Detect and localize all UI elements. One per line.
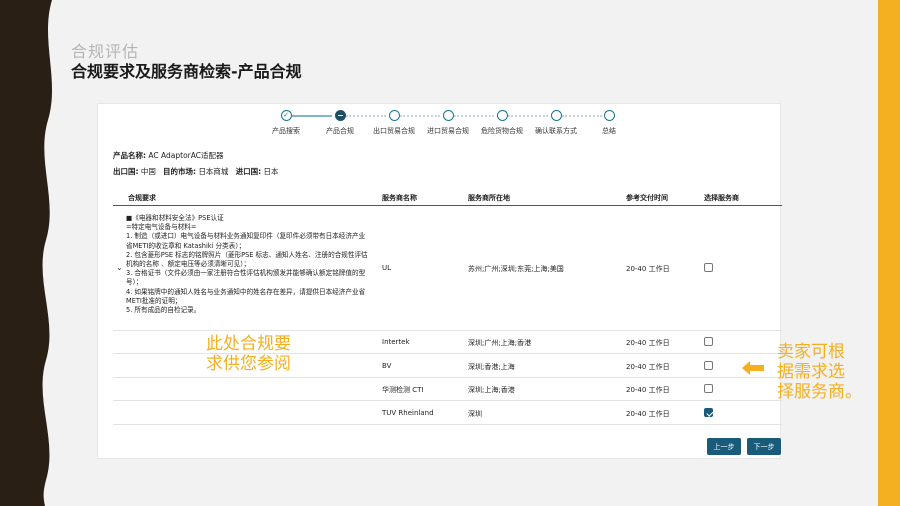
column-header-location: 服务商所在地 <box>468 194 510 202</box>
provider-name: BV <box>382 362 392 370</box>
select-provider-checkbox[interactable] <box>704 337 713 346</box>
step-label: 进口贸易合规 <box>427 127 469 135</box>
delivery-time: 20-40 工作日 <box>626 386 670 394</box>
export-country-label: 出口国: <box>113 167 139 176</box>
export-country-value: 中国 <box>140 167 156 176</box>
step-label: 危险货物合规 <box>481 127 523 135</box>
annotation-select-provider-note: 卖家可根 据需求选 择服务商。 <box>777 342 862 402</box>
column-header-select: 选择服务商 <box>704 194 739 202</box>
requirement-line: 2. 包含菱形PSE 标志的铭牌照片（菱形PSE 标志、通知人姓名、注册的合规性… <box>126 250 368 259</box>
select-provider-checkbox[interactable] <box>704 361 713 370</box>
step-pending-icon <box>388 110 400 121</box>
delivery-time: 20-40 工作日 <box>626 363 670 371</box>
requirement-description: ■《电器和材料安全法》PSE认证 =特定电气设备与材料= 1. 制造（或进口）电… <box>126 214 374 315</box>
annotation-line: 求供您参阅 <box>206 354 291 374</box>
step-label: 产品合规 <box>326 127 354 135</box>
step-dangerous-goods[interactable]: 危险货物合规 <box>472 110 532 136</box>
provider-location: 深圳 <box>468 410 482 418</box>
provider-name: TUV Rheinland <box>382 409 434 417</box>
column-header-delivery: 参考交付时间 <box>626 194 668 202</box>
right-decorative-band <box>878 0 900 506</box>
import-country-label: 进口国: <box>235 167 262 176</box>
step-export-compliance[interactable]: 出口贸易合规 <box>364 110 424 136</box>
step-product-search[interactable]: ✓ 产品搜索 <box>256 110 316 136</box>
provider-name: Intertek <box>382 338 410 346</box>
step-pending-icon <box>496 110 508 121</box>
delivery-time: 20-40 工作日 <box>626 410 670 418</box>
step-done-check-icon: ✓ <box>280 110 292 121</box>
requirement-line: 号）； <box>126 278 143 287</box>
trade-route-info: 出口国: 中国 目的市场: 日本商城 进口国: 日本 <box>113 166 278 177</box>
table-header-divider <box>113 205 782 206</box>
requirement-line: 机构的名称 、额定电压等必须清晰可见）； <box>126 260 251 269</box>
target-market-label: 目的市场: <box>163 167 197 176</box>
import-country-value: 日本 <box>263 167 279 176</box>
arrow-left-icon <box>742 361 764 375</box>
annotation-line: 择服务商。 <box>777 382 862 402</box>
provider-location: 深圳;上海;香港 <box>468 386 515 394</box>
compliance-search-panel: ✓ 产品搜索 产品合规 出口贸易合规 进口贸易合规 危险货物合规 确认联系方式 … <box>97 103 782 459</box>
requirement-line: 1. 制造（或进口）电气设备与材料业务通知复印件（复印件必须带有日本经济产业 <box>126 232 366 241</box>
row-divider <box>113 400 782 401</box>
row-divider <box>113 330 782 331</box>
step-pending-icon <box>550 110 562 121</box>
requirement-line: 4. 如果铭牌中的通知人姓名与业务通知中的姓名存在差异，请提供日本经济产业省 <box>126 287 366 296</box>
column-header-provider: 服务商名称 <box>382 194 417 202</box>
step-summary[interactable]: 总结 <box>579 110 639 136</box>
step-pending-icon <box>442 110 454 121</box>
step-current-icon <box>334 110 346 121</box>
select-provider-checkbox[interactable] <box>704 384 713 393</box>
next-step-button[interactable]: 下一步 <box>747 438 781 455</box>
product-name-label: 产品名称: <box>113 151 146 160</box>
annotation-line: 此处合规要 <box>206 334 291 354</box>
select-provider-checkbox[interactable] <box>704 408 713 417</box>
requirement-line: METI批准的证明； <box>126 296 182 305</box>
slide-title: 合规要求及服务商检索-产品合规 <box>71 62 302 81</box>
delivery-time: 20-40 工作日 <box>626 339 670 347</box>
chevron-down-icon[interactable]: ⌄ <box>116 263 123 272</box>
prev-step-button[interactable]: 上一步 <box>707 438 741 455</box>
product-name-value: AC AdaptorAC适配器 <box>148 151 224 160</box>
row-divider <box>113 377 782 378</box>
annotation-line: 卖家可根 <box>777 342 845 362</box>
delivery-time: 20-40 工作日 <box>626 265 670 273</box>
provider-location: 深圳;香港;上海 <box>468 363 515 371</box>
step-product-compliance[interactable]: 产品合规 <box>310 110 370 136</box>
provider-location: 苏州;广州;深圳;东莞;上海;美国 <box>468 265 564 273</box>
step-pending-icon <box>603 110 615 121</box>
step-label: 出口贸易合规 <box>373 127 415 135</box>
provider-name: 华测检测 CTI <box>382 386 424 394</box>
step-label: 总结 <box>602 127 616 135</box>
target-market-value: 日本商城 <box>198 167 229 176</box>
annotation-reference-note: 此处合规要 求供您参阅 <box>206 334 291 374</box>
step-label: 确认联系方式 <box>535 127 577 135</box>
step-label: 产品搜索 <box>272 127 300 135</box>
step-import-compliance[interactable]: 进口贸易合规 <box>418 110 478 136</box>
left-decorative-band <box>0 0 52 506</box>
provider-name: UL <box>382 264 392 272</box>
annotation-line: 据需求选 <box>777 362 845 382</box>
column-header-requirement: 合规要求 <box>128 194 156 202</box>
progress-stepper: ✓ 产品搜索 产品合规 出口贸易合规 进口贸易合规 危险货物合规 确认联系方式 … <box>98 104 782 144</box>
row-divider <box>113 424 782 425</box>
product-name-info: 产品名称: AC AdaptorAC适配器 <box>113 150 223 161</box>
step-confirm-contact[interactable]: 确认联系方式 <box>526 110 586 136</box>
requirement-line: 3. 合格证书（文件必须由一家注册符合性评估机构颁发并能够确认额定铭牌值的型 <box>126 269 366 278</box>
select-provider-checkbox[interactable] <box>704 263 713 272</box>
requirement-line: 5. 所有成品的自检记录。 <box>126 306 201 315</box>
requirement-line: 省METI的收讫章和 Katashiki 分类表）； <box>126 241 246 250</box>
provider-location: 深圳;广州;上海;香港 <box>468 339 532 347</box>
requirement-line: ■《电器和材料安全法》PSE认证 <box>126 214 224 222</box>
